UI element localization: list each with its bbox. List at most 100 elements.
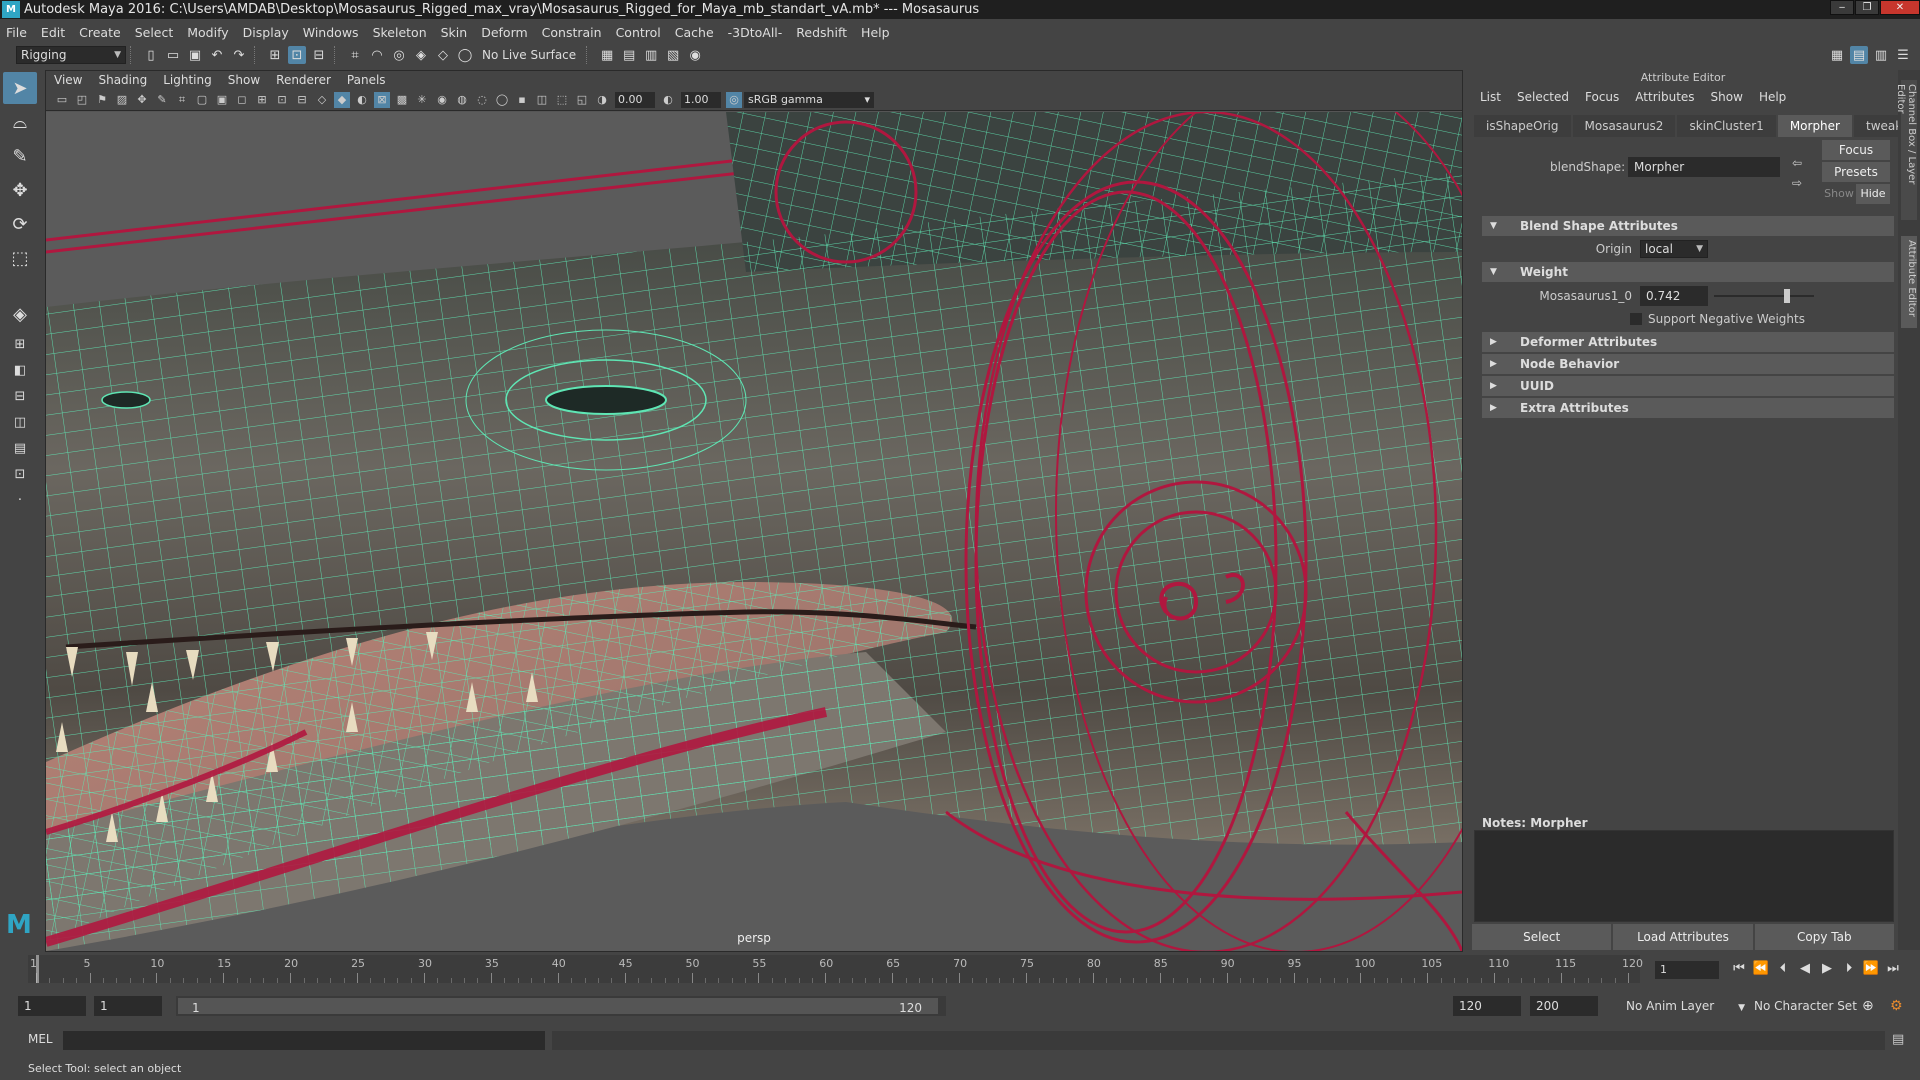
- step-forward-frame-icon[interactable]: ⏵: [1838, 959, 1860, 979]
- menu-modify[interactable]: Modify: [187, 25, 228, 40]
- persp-hypershade-icon[interactable]: ◫: [3, 410, 37, 434]
- menu-create[interactable]: Create: [79, 25, 121, 40]
- section-blend-shape-attributes[interactable]: ▼ Blend Shape Attributes: [1482, 216, 1894, 236]
- snap-grid-icon[interactable]: ⌗: [346, 46, 364, 64]
- bookmark-icon[interactable]: ⚑: [94, 92, 110, 108]
- weight-slider-thumb[interactable]: [1784, 289, 1790, 303]
- menu-deform[interactable]: Deform: [481, 25, 527, 40]
- viewport-panel[interactable]: View Shading Lighting Show Renderer Pane…: [45, 70, 1463, 952]
- wireframe-icon[interactable]: ◇: [314, 92, 330, 108]
- select-tool-icon[interactable]: ➤: [3, 72, 37, 104]
- select-object-icon[interactable]: ⊡: [288, 46, 306, 64]
- ae-menu-list[interactable]: List: [1480, 90, 1501, 104]
- viewport-menu-show[interactable]: Show: [228, 73, 260, 87]
- step-forward-key-icon[interactable]: ⏩: [1860, 959, 1882, 979]
- time-slider[interactable]: 1 5 10 15 20 25 30 35 40 45 50 55 60 65 70 75 80 85 90 95 10…: [0, 953, 1920, 985]
- anim-layer-dropdown[interactable]: No Anim Layer ▼: [1626, 996, 1745, 1016]
- menu-constrain[interactable]: Constrain: [542, 25, 602, 40]
- character-set-dropdown[interactable]: No Character Set: [1754, 996, 1857, 1016]
- step-back-key-icon[interactable]: ⏪: [1750, 959, 1772, 979]
- lasso-tool-icon[interactable]: ⌓: [3, 106, 37, 138]
- persp-graph-icon[interactable]: ⊟: [3, 384, 37, 408]
- animation-preferences-icon[interactable]: ⚙: [1890, 996, 1903, 1016]
- snap-surface-icon[interactable]: ◇: [434, 46, 452, 64]
- channel-box-toggle-icon[interactable]: ☰: [1894, 46, 1912, 64]
- safe-action-icon[interactable]: ⊡: [274, 92, 290, 108]
- tab-mosasaurus2[interactable]: Mosasaurus2: [1572, 115, 1676, 137]
- range-slider[interactable]: 1 120: [176, 996, 946, 1016]
- grease-pencil-icon[interactable]: ✎: [154, 92, 170, 108]
- shadows-icon[interactable]: ◉: [434, 92, 450, 108]
- blendshape-name-field[interactable]: Morpher: [1628, 157, 1780, 177]
- weight-value-field[interactable]: 0.742: [1640, 286, 1708, 306]
- film-gate-icon[interactable]: ▢: [194, 92, 210, 108]
- xray-joints-icon[interactable]: ◌: [474, 92, 490, 108]
- auto-key-icon[interactable]: ⊕: [1862, 996, 1874, 1016]
- render-settings-icon[interactable]: ▧: [664, 46, 682, 64]
- viewport-scene[interactable]: persp: [46, 112, 1462, 951]
- go-to-start-icon[interactable]: ⏮: [1728, 959, 1750, 979]
- play-backwards-icon[interactable]: ◀: [1794, 959, 1816, 979]
- grid-icon[interactable]: ⌗: [174, 92, 190, 108]
- save-scene-icon[interactable]: ▣: [186, 46, 204, 64]
- menu-windows[interactable]: Windows: [303, 25, 359, 40]
- textured-icon[interactable]: ▩: [394, 92, 410, 108]
- select-component-icon[interactable]: ⊟: [310, 46, 328, 64]
- field-chart-icon[interactable]: ⊞: [254, 92, 270, 108]
- focus-button[interactable]: Focus: [1822, 140, 1890, 160]
- camera-attrs-icon[interactable]: ◰: [74, 92, 90, 108]
- hypershade-icon[interactable]: ◉: [686, 46, 704, 64]
- default-material-icon[interactable]: ◐: [354, 92, 370, 108]
- move-tool-icon[interactable]: ✥: [3, 174, 37, 206]
- weight-slider[interactable]: [1714, 286, 1814, 306]
- playback-start-field[interactable]: 1: [94, 996, 162, 1016]
- select-node-icon[interactable]: ⇦: [1792, 156, 1802, 170]
- script-editor-icon[interactable]: ▤: [1892, 1032, 1904, 1047]
- copy-tab-button[interactable]: Copy Tab: [1754, 924, 1894, 950]
- menu-control[interactable]: Control: [616, 25, 661, 40]
- copy-node-icon[interactable]: ⇨: [1792, 176, 1802, 190]
- menu-3dtoall[interactable]: -3DtoAll-: [728, 25, 783, 40]
- support-negative-checkbox[interactable]: [1630, 313, 1642, 325]
- section-weight[interactable]: ▼ Weight: [1482, 262, 1894, 282]
- section-deformer-attributes[interactable]: ▶ Deformer Attributes: [1482, 332, 1894, 352]
- smooth-shade-icon[interactable]: ◆: [334, 91, 350, 108]
- render-frame-icon[interactable]: ▤: [620, 46, 638, 64]
- close-icon[interactable]: ✕: [1880, 0, 1920, 15]
- load-attributes-button[interactable]: Load Attributes: [1613, 924, 1753, 950]
- layout-more-icon[interactable]: ·: [3, 488, 37, 512]
- viewport-menu-view[interactable]: View: [54, 73, 82, 87]
- menu-display[interactable]: Display: [243, 25, 289, 40]
- ambient-occlusion-icon[interactable]: ▪: [514, 92, 530, 108]
- live-surface-label[interactable]: No Live Surface: [482, 48, 576, 62]
- viewport-menu-renderer[interactable]: Renderer: [276, 73, 331, 87]
- ae-menu-help[interactable]: Help: [1759, 90, 1786, 104]
- single-perspective-icon[interactable]: ◈: [3, 298, 37, 330]
- color-management-icon[interactable]: ◎: [726, 91, 742, 108]
- animation-end-field[interactable]: 200: [1530, 996, 1598, 1016]
- select-hierarchy-icon[interactable]: ⊞: [266, 46, 284, 64]
- snap-point-icon[interactable]: ◎: [390, 46, 408, 64]
- playback-end-field[interactable]: 120: [1453, 996, 1521, 1016]
- safe-title-icon[interactable]: ⊟: [294, 92, 310, 108]
- play-forwards-icon[interactable]: ▶: [1816, 959, 1838, 979]
- command-input[interactable]: [63, 1031, 545, 1050]
- ae-menu-show[interactable]: Show: [1711, 90, 1743, 104]
- viewport-menu-panels[interactable]: Panels: [347, 73, 386, 87]
- menu-help[interactable]: Help: [861, 25, 890, 40]
- restore-icon[interactable]: ❐: [1855, 0, 1879, 15]
- range-slider-handle[interactable]: 1 120: [178, 998, 938, 1015]
- origin-dropdown[interactable]: local ▼: [1640, 240, 1708, 258]
- notes-textarea[interactable]: [1474, 830, 1894, 922]
- image-plane-icon[interactable]: ▨: [114, 92, 130, 108]
- gamma-field[interactable]: 1.00: [681, 91, 721, 108]
- step-back-frame-icon[interactable]: ⏴: [1772, 959, 1794, 979]
- wireframe-on-shaded-icon[interactable]: ⊠: [374, 91, 390, 108]
- viewport-menu-shading[interactable]: Shading: [98, 73, 147, 87]
- ae-menu-attributes[interactable]: Attributes: [1635, 90, 1694, 104]
- attribute-editor-side-tab[interactable]: Attribute Editor: [1901, 236, 1917, 328]
- section-extra-attributes[interactable]: ▶ Extra Attributes: [1482, 398, 1894, 418]
- aa-icon[interactable]: ⬚: [554, 92, 570, 108]
- lights-icon[interactable]: ✳: [414, 92, 430, 108]
- exposure-icon[interactable]: ◑: [594, 92, 610, 108]
